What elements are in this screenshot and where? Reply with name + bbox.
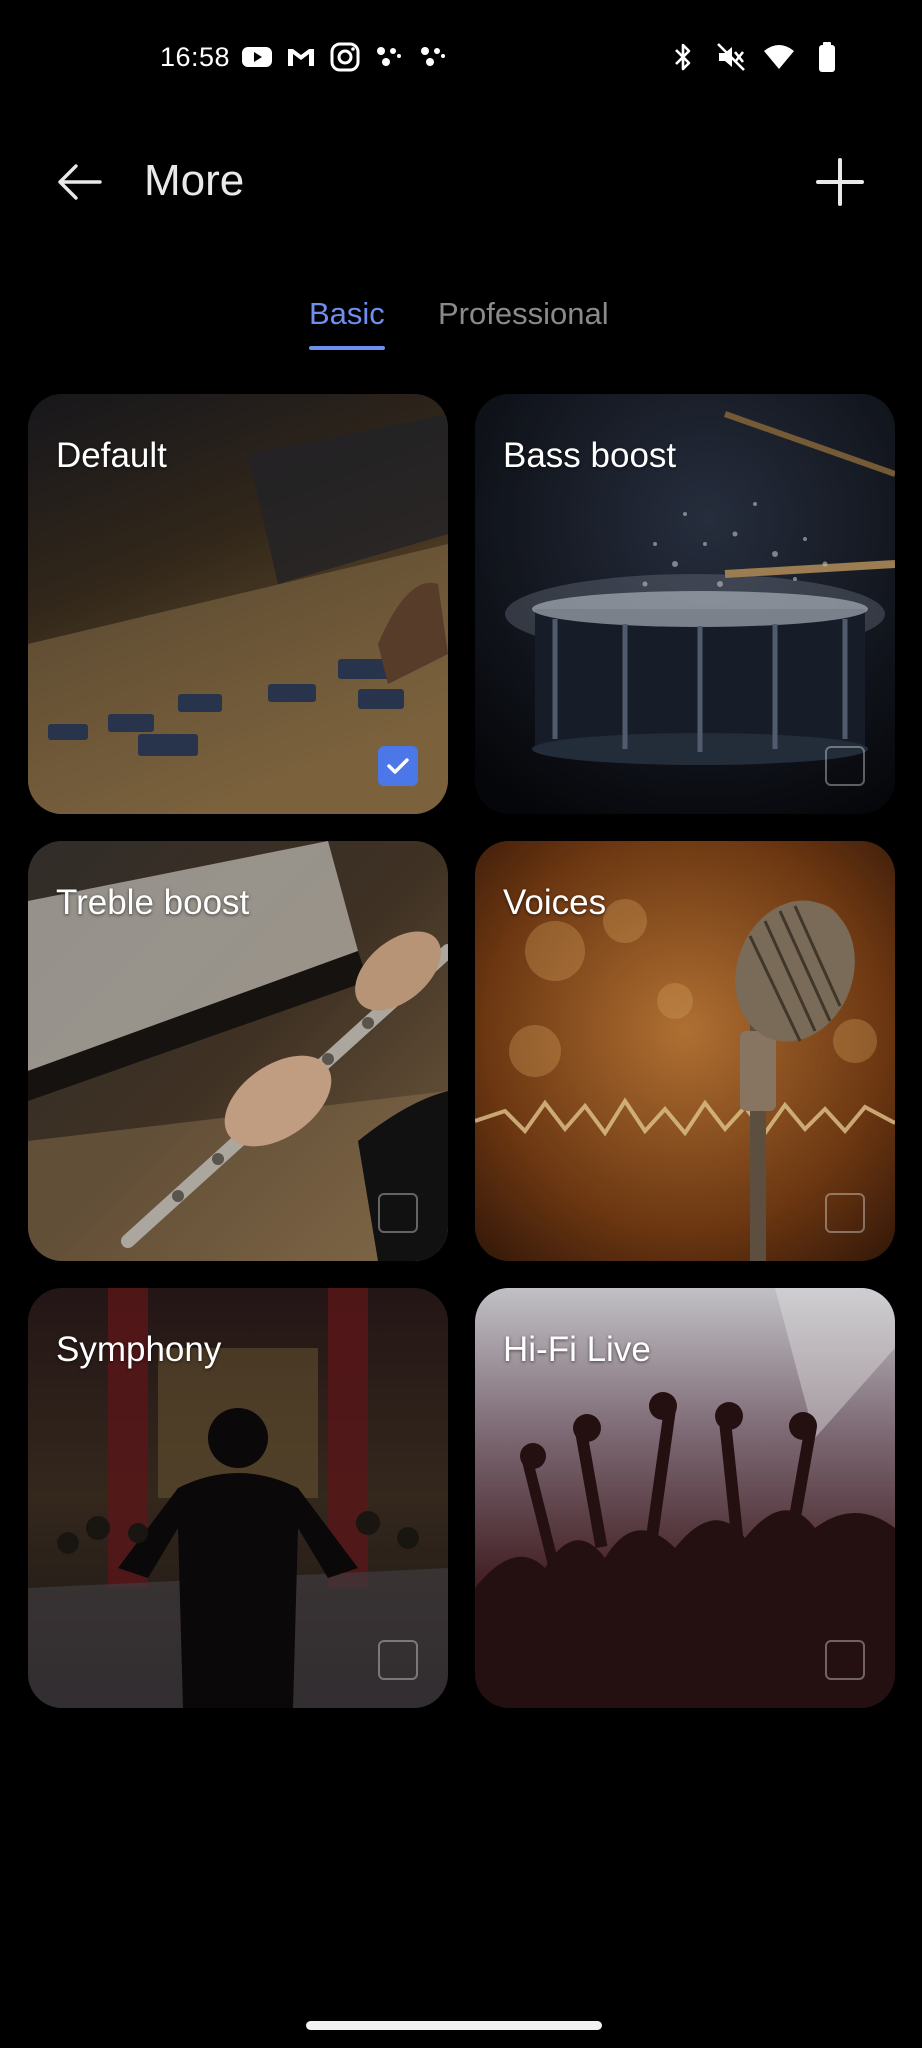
back-button[interactable] <box>52 154 108 210</box>
system-icons <box>666 40 844 74</box>
preset-label: Symphony <box>56 1330 222 1369</box>
youtube-icon <box>242 47 272 67</box>
preset-label: Default <box>56 436 167 475</box>
wifi-icon <box>764 45 794 69</box>
bluetooth-icon <box>675 43 691 71</box>
preset-checkbox[interactable] <box>378 1640 418 1680</box>
app-bar: More <box>0 140 922 220</box>
preset-label: Hi-Fi Live <box>503 1330 651 1369</box>
preset-card-symphony[interactable]: Symphony <box>28 1288 448 1708</box>
tab-bar: Basic Professional <box>0 296 922 356</box>
preset-card-bass-boost[interactable]: Bass boost <box>475 394 895 814</box>
notification-icons <box>240 40 450 74</box>
plus-icon <box>816 158 864 206</box>
tab-basic[interactable]: Basic <box>309 296 385 332</box>
preset-label: Voices <box>503 883 607 922</box>
home-indicator[interactable] <box>306 2021 602 2030</box>
battery-icon <box>819 42 835 72</box>
preset-checkbox[interactable] <box>825 1640 865 1680</box>
preset-card-default[interactable]: Default <box>28 394 448 814</box>
preset-label: Bass boost <box>503 436 677 475</box>
mute-icon <box>717 43 745 71</box>
status-bar: 16:58 <box>0 0 922 116</box>
preset-checkbox[interactable] <box>825 746 865 786</box>
checkmark-icon <box>387 758 409 774</box>
page-title: More <box>144 156 245 205</box>
tab-professional[interactable]: Professional <box>438 296 609 332</box>
instagram-icon <box>330 42 360 72</box>
assistant-dots-icon <box>421 47 445 66</box>
gmail-icon <box>288 49 314 66</box>
arrow-left-icon <box>58 164 102 200</box>
status-time: 16:58 <box>160 42 231 72</box>
tab-indicator <box>309 346 385 350</box>
preset-label: Treble boost <box>56 883 250 922</box>
add-button[interactable] <box>810 152 870 212</box>
preset-checkbox[interactable] <box>825 1193 865 1233</box>
preset-checkbox-checked[interactable] <box>378 746 418 786</box>
preset-card-treble-boost[interactable]: Treble boost <box>28 841 448 1261</box>
preset-checkbox[interactable] <box>378 1193 418 1233</box>
assistant-dots-icon <box>377 47 401 66</box>
preset-card-voices[interactable]: Voices <box>475 841 895 1261</box>
preset-card-hi-fi-live[interactable]: Hi-Fi Live <box>475 1288 895 1708</box>
